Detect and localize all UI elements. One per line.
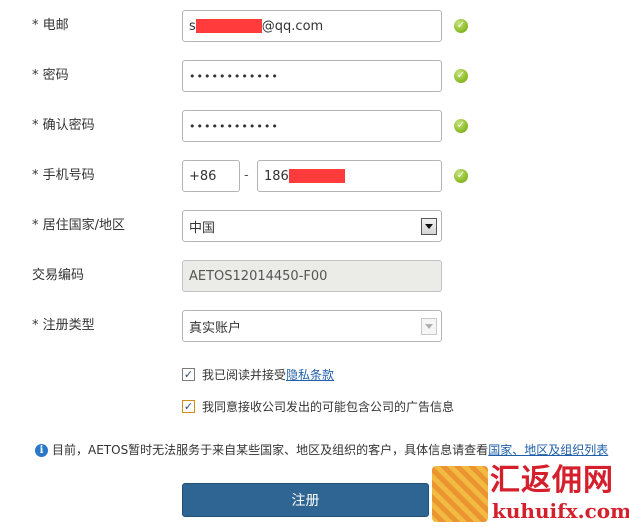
valid-check-icon: ✓ <box>454 69 468 83</box>
account-type-label: * 注册类型 <box>32 318 95 333</box>
service-notice-text: 目前，AETOS暂时无法服务于来自某些国家、地区及组织的客户，具体信息请查看 <box>52 443 489 457</box>
account-type-selected-value: 真实账户 <box>189 320 242 336</box>
ads-consent-text: 我同意接收公司发出的可能包含公司的广告信息 <box>202 400 455 414</box>
redaction-block <box>195 19 262 33</box>
watermark: 汇返佣网 kuhuifx.com <box>430 462 629 527</box>
trading-code-label: 交易编码 <box>32 268 85 283</box>
email-value-suffix: @qq.com <box>261 18 324 34</box>
phone-value-prefix: 186 <box>264 168 289 184</box>
country-label: * 居住国家/地区 <box>32 218 126 233</box>
valid-check-icon: ✓ <box>454 169 468 183</box>
phone-separator: - <box>244 168 249 183</box>
ads-consent-checkbox[interactable]: ✓ <box>182 400 195 413</box>
email-field[interactable]: s @qq.com <box>182 10 442 42</box>
trading-code-value: AETOS12014450-F00 <box>189 268 328 284</box>
privacy-policy-link[interactable]: 隐私条款 <box>286 368 334 382</box>
email-label: * 电邮 <box>32 18 69 33</box>
phone-label: * 手机号码 <box>32 168 95 183</box>
dropdown-arrow-icon[interactable] <box>421 218 437 235</box>
privacy-agreement: 我已阅读并接受隐私条款 <box>202 367 334 383</box>
watermark-url: kuhuifx.com <box>492 499 629 523</box>
confirm-password-label: * 确认密码 <box>32 118 95 133</box>
watermark-logo-icon <box>432 466 488 522</box>
confirm-password-field[interactable]: •••••••••••• <box>182 110 442 142</box>
privacy-checkbox[interactable]: ✓ <box>182 368 195 381</box>
country-code-value: +86 <box>189 168 217 184</box>
service-notice: 目前，AETOS暂时无法服务于来自某些国家、地区及组织的客户，具体信息请查看国家… <box>52 442 608 458</box>
password-label: * 密码 <box>32 68 69 83</box>
register-button[interactable]: 注册 <box>182 483 429 517</box>
email-value-prefix: s <box>189 18 196 34</box>
password-value: •••••••••••• <box>189 69 279 83</box>
phone-field[interactable]: 186 <box>257 160 442 192</box>
trading-code-field: AETOS12014450-F00 <box>182 260 442 292</box>
dropdown-arrow-icon[interactable] <box>421 318 437 335</box>
privacy-agreement-text: 我已阅读并接受 <box>202 368 287 382</box>
password-field[interactable]: •••••••••••• <box>182 60 442 92</box>
redaction-block <box>288 169 345 183</box>
country-selected-value: 中国 <box>189 220 216 236</box>
info-icon: i <box>35 444 48 457</box>
watermark-title: 汇返佣网 <box>490 463 614 498</box>
country-select[interactable]: 中国 <box>182 210 442 242</box>
country-code-field[interactable]: +86 <box>182 160 240 192</box>
restricted-regions-link[interactable]: 国家、地区及组织列表 <box>488 443 608 457</box>
account-type-select[interactable]: 真实账户 <box>182 310 442 342</box>
valid-check-icon: ✓ <box>454 19 468 33</box>
valid-check-icon: ✓ <box>454 119 468 133</box>
confirm-password-value: •••••••••••• <box>189 119 279 133</box>
